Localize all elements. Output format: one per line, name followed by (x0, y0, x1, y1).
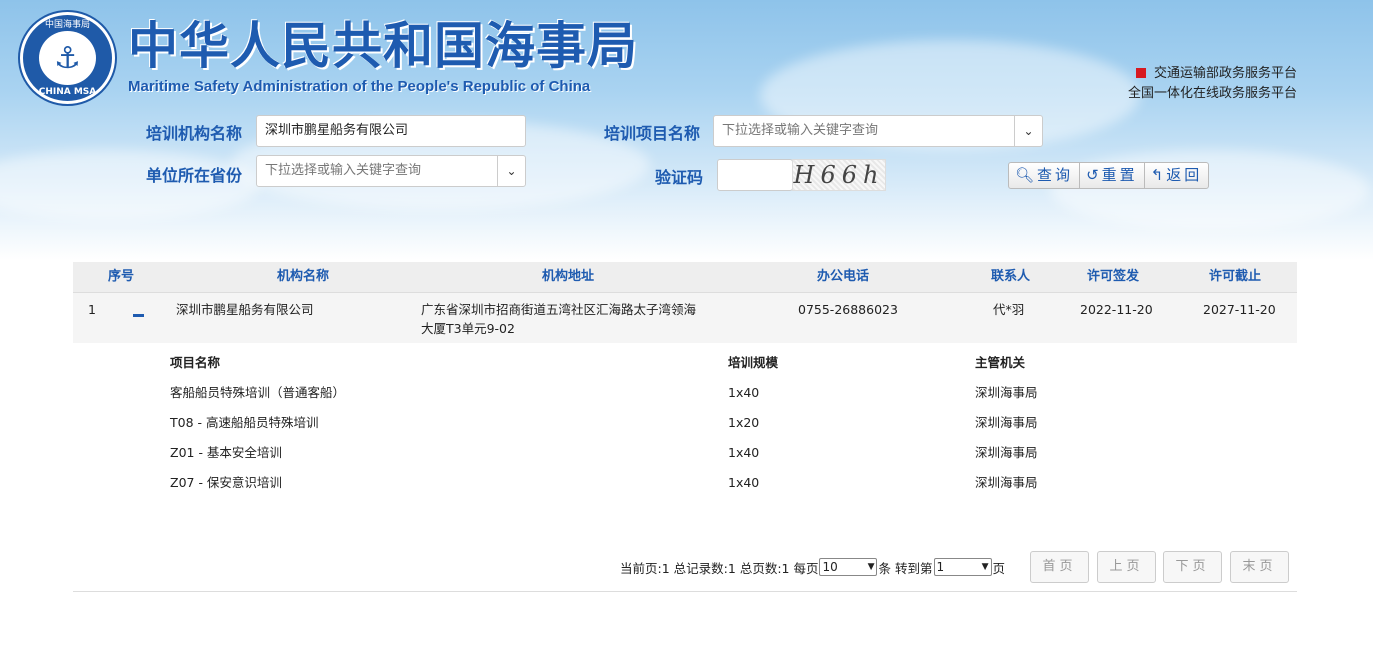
header-contact: 联系人 (990, 269, 1030, 284)
row-address-line1: 广东省深圳市招商街道五湾社区汇海路太子湾领海 (421, 302, 697, 317)
pagination-info: 当前页:1 总记录数:1 总页数:1 每页 10 ▼ 条 转到第 1 ▼ 页 (620, 551, 1005, 583)
search-icon: 🔍︎ (1015, 166, 1038, 184)
goto-unit: 页 (992, 560, 1006, 576)
detail-authority: 深圳海事局 (975, 385, 1038, 400)
row-index: 1 (88, 302, 96, 317)
detail-project: Z07 - 保安意识培训 (170, 475, 282, 490)
project-name-select[interactable]: 下拉选择或输入关键字查询 ⌄ (713, 115, 1043, 147)
project-name-label: 培训项目名称 (604, 124, 701, 143)
platform-link-national[interactable]: 全国一体化在线政务服务平台 (1128, 84, 1297, 104)
header-issue-date: 许可签发 (1086, 269, 1139, 284)
detail-authority: 深圳海事局 (975, 475, 1038, 490)
goto-page-select[interactable]: 1 ▼ (933, 558, 992, 576)
per-page-unit: 条 (878, 560, 891, 576)
prev-page-button[interactable]: 上页 (1097, 551, 1156, 583)
detail-authority: 深圳海事局 (975, 445, 1038, 460)
msa-logo: 中国海事局 ⚓ CHINA MSA (20, 12, 115, 104)
detail-header-scale: 培训规模 (728, 355, 779, 370)
current-page-text: 当前页:1 (620, 560, 670, 576)
logo-bottom-text: CHINA MSA (38, 87, 97, 97)
detail-scale: 1x40 (728, 385, 760, 400)
chevron-down-icon[interactable]: ⌄ (1014, 116, 1042, 146)
detail-project: 客船船员特殊培训（普通客船） (170, 385, 346, 400)
captcha-image[interactable]: H66h (792, 159, 886, 191)
row-contact: 代*羽 (993, 302, 1025, 317)
back-button[interactable]: ↰返回 (1143, 162, 1210, 189)
footer-divider (73, 591, 1297, 592)
table-row[interactable]: 1 深圳市鹏星船务有限公司 广东省深圳市招商街道五湾社区汇海路太子湾领海 大厦T… (73, 293, 1297, 343)
header-name: 机构名称 (276, 269, 329, 284)
captcha-label: 验证码 (655, 168, 704, 187)
row-detail-panel: 项目名称 培训规模 主管机关 客船船员特殊培训（普通客船） 1x40 深圳海事局… (73, 343, 1297, 503)
site-subtitle: Maritime Safety Administration of the Pe… (128, 78, 591, 95)
detail-scale: 1x20 (728, 415, 760, 430)
chevron-down-icon[interactable]: ⌄ (497, 156, 525, 186)
row-name: 深圳市鹏星船务有限公司 (176, 302, 314, 317)
per-page-select[interactable]: 10 ▼ (819, 558, 878, 576)
detail-project: Z01 - 基本安全培训 (170, 445, 282, 460)
per-page-label: 每页 (793, 560, 819, 576)
header-expiry-date: 许可截止 (1208, 269, 1261, 284)
anchor-icon: ⚓ (39, 31, 96, 85)
table-header: 序号 机构名称 机构地址 办公电话 联系人 许可签发 许可截止 (73, 262, 1297, 293)
chevron-down-icon: ▼ (981, 562, 989, 572)
province-label: 单位所在省份 (146, 166, 243, 185)
detail-scale: 1x40 (728, 445, 760, 460)
chevron-down-icon: ▼ (867, 562, 875, 572)
red-square-icon (1135, 68, 1146, 78)
province-placeholder: 下拉选择或输入关键字查询 (265, 163, 422, 178)
search-button-group: 🔍︎查询 ↺重置 ↰返回 (1008, 162, 1210, 189)
detail-scale: 1x40 (728, 475, 760, 490)
row-expiry-date: 2027-11-20 (1203, 302, 1276, 317)
detail-header-authority: 主管机关 (975, 355, 1026, 370)
detail-header-project: 项目名称 (170, 355, 221, 370)
header-index: 序号 (107, 269, 134, 284)
project-name-placeholder: 下拉选择或输入关键字查询 (722, 123, 879, 138)
goto-label: 转到第 (894, 560, 933, 576)
reset-button[interactable]: ↺重置 (1079, 162, 1145, 189)
captcha-input[interactable] (717, 159, 793, 191)
detail-authority: 深圳海事局 (975, 415, 1038, 430)
row-issue-date: 2022-11-20 (1080, 302, 1153, 317)
results-table: 序号 机构名称 机构地址 办公电话 联系人 许可签发 许可截止 1 深圳市鹏星船… (73, 262, 1297, 503)
platform-link-ministry[interactable]: 交通运输部政务服务平台 (1128, 64, 1297, 84)
site-title: 中华人民共和国海事局 (128, 17, 638, 75)
header-phone: 办公电话 (816, 269, 869, 284)
next-page-button[interactable]: 下页 (1163, 551, 1222, 583)
total-pages-text: 总页数:1 (739, 560, 790, 576)
detail-project: T08 - 高速船船员特殊培训 (170, 415, 319, 430)
first-page-button[interactable]: 首页 (1030, 551, 1089, 583)
back-arrow-icon: ↰ (1150, 166, 1167, 184)
platform-links: 交通运输部政务服务平台 全国一体化在线政务服务平台 (1128, 64, 1297, 104)
logo-top-text: 中国海事局 (44, 20, 90, 30)
row-phone: 0755-26886023 (798, 302, 898, 317)
org-name-label: 培训机构名称 (146, 124, 243, 143)
province-select[interactable]: 下拉选择或输入关键字查询 ⌄ (256, 155, 526, 187)
last-page-button[interactable]: 末页 (1230, 551, 1289, 583)
org-name-input[interactable]: 深圳市鹏星船务有限公司 (256, 115, 526, 147)
query-button[interactable]: 🔍︎查询 (1008, 162, 1081, 189)
refresh-icon: ↺ (1086, 166, 1102, 184)
header-address: 机构地址 (541, 269, 594, 284)
total-records-text: 总记录数:1 (673, 560, 736, 576)
row-address-line2: 大厦T3单元9-02 (421, 321, 515, 336)
